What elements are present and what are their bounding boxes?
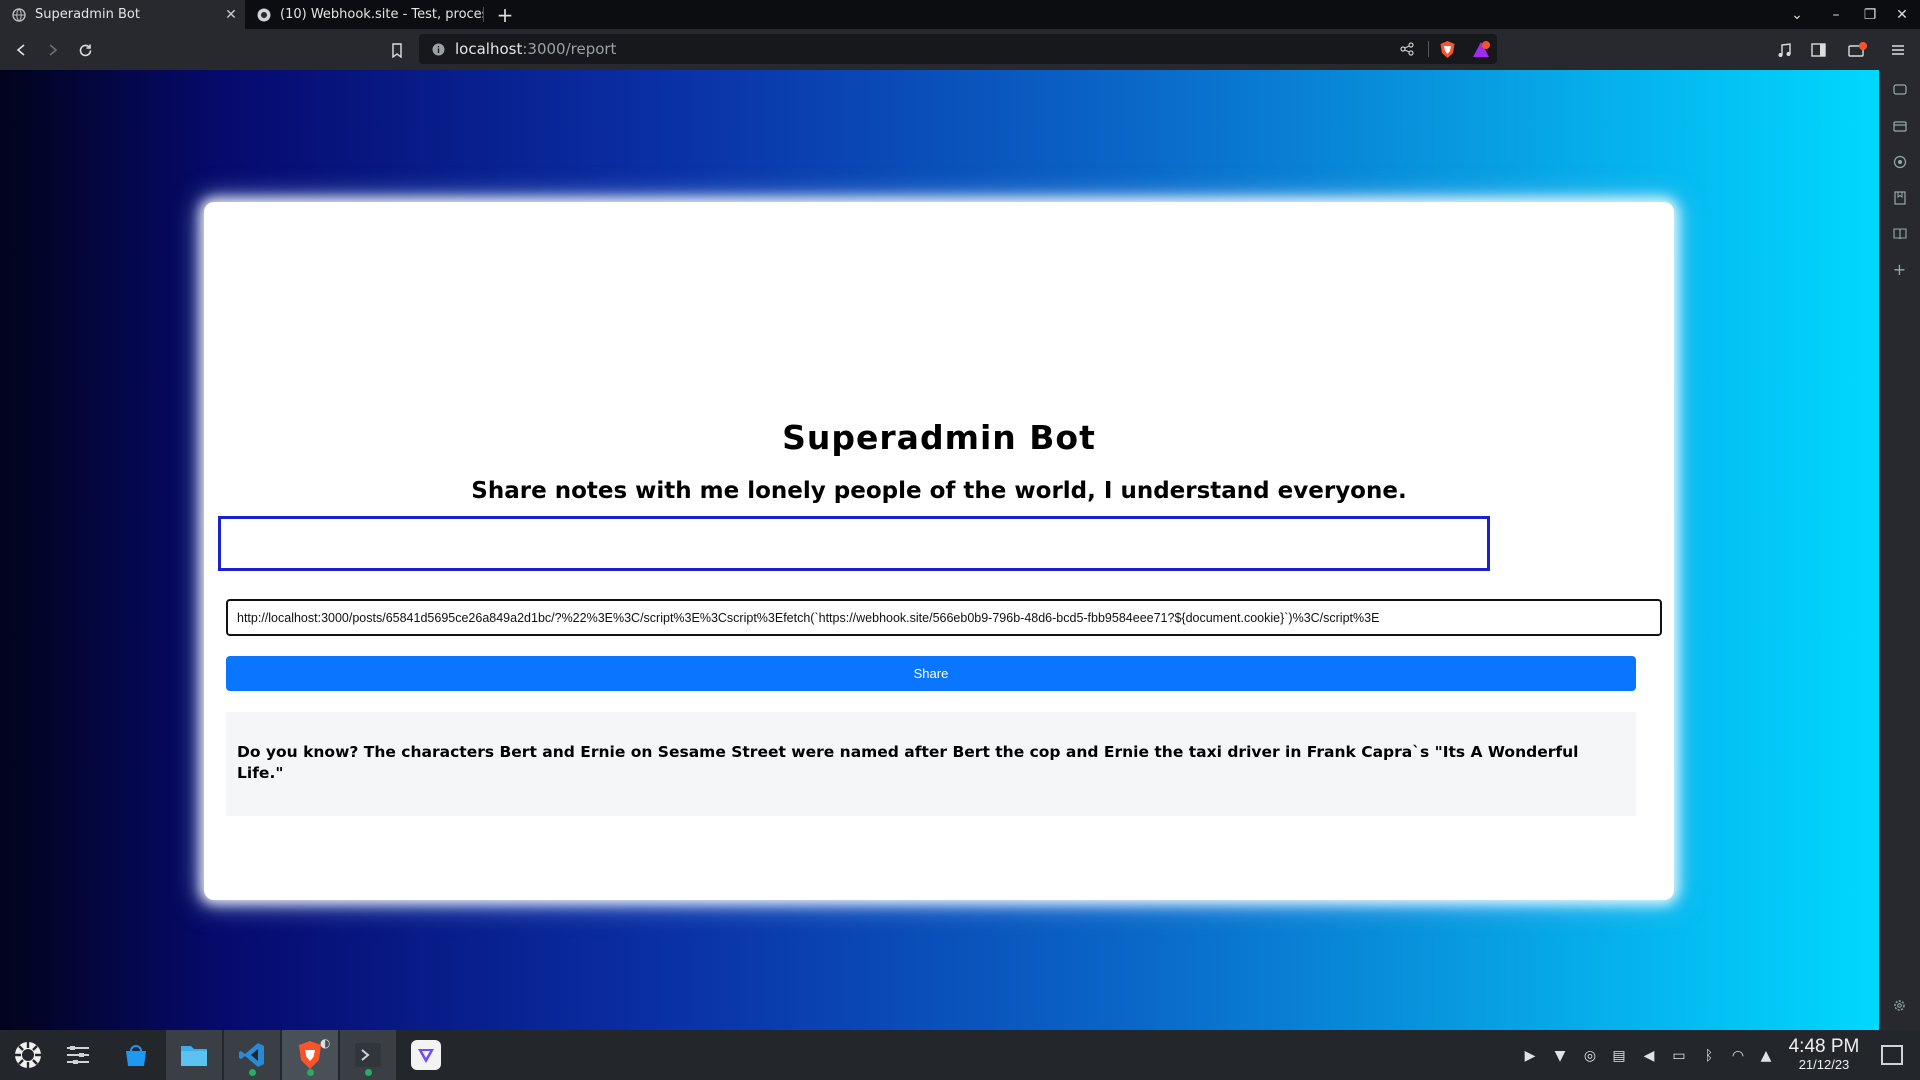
tab-superadmin-bot[interactable]: Superadmin Bot ✕ — [0, 0, 245, 29]
close-tab-icon[interactable]: ✕ — [221, 7, 241, 23]
bluetooth-tray-icon[interactable]: ᛒ — [1700, 1047, 1718, 1065]
bookmarks-panel-icon[interactable] — [1891, 189, 1908, 206]
menu-icon[interactable] — [1886, 38, 1910, 62]
fact-text: Do you know? The characters Bert and Ern… — [237, 743, 1579, 782]
vpn-tray-icon[interactable]: ▼ — [1551, 1047, 1569, 1065]
clock[interactable]: 4:48 PM 21/12/23 — [1785, 1037, 1863, 1073]
vscode-icon[interactable] — [224, 1030, 280, 1080]
volume-tray-icon[interactable]: ◀ — [1640, 1047, 1658, 1065]
reading-list-icon[interactable] — [1891, 225, 1908, 242]
system-taskbar: ◐ ▶ ▼ ◎ ▤ ◀ ▭ ᛒ ◠ ▲ 4:48 PM 21/12/23 — [0, 1030, 1920, 1080]
address-bar[interactable]: localhost:3000/report — [419, 34, 1497, 64]
back-icon[interactable] — [9, 38, 33, 62]
reload-icon[interactable] — [73, 38, 97, 62]
brave-shields-icon[interactable] — [1439, 40, 1456, 59]
share-icon[interactable] — [1400, 42, 1414, 56]
new-tab-button[interactable]: + — [495, 0, 515, 29]
clock-time: 4:48 PM — [1788, 1036, 1860, 1057]
address-path: :3000/report — [522, 40, 617, 58]
sidebar-toggle-icon[interactable] — [1806, 38, 1830, 62]
add-panel-icon[interactable]: + — [1891, 260, 1908, 279]
battery-tray-icon[interactable]: ▭ — [1670, 1047, 1688, 1065]
wallet-panel-icon[interactable] — [1891, 117, 1908, 134]
address-host: localhost — [455, 40, 523, 58]
tab-list-chevron-icon[interactable]: ⌄ — [1783, 0, 1811, 29]
brave-browser-icon[interactable]: ◐ — [282, 1030, 338, 1080]
main-card: Superadmin Bot Share notes with me lonel… — [204, 202, 1674, 900]
browser-tab-strip: Superadmin Bot ✕ (10) Webhook.site - Tes… — [0, 0, 1920, 29]
page-subtitle: Share notes with me lonely people of the… — [471, 478, 1407, 504]
site-info-icon[interactable] — [432, 43, 445, 56]
minimize-button[interactable]: – — [1822, 0, 1850, 29]
proton-vpn-icon[interactable] — [398, 1030, 454, 1080]
audio-playing-icon: ◐ — [320, 1036, 331, 1050]
wifi-tray-icon[interactable]: ◠ — [1729, 1047, 1747, 1065]
show-desktop-button[interactable] — [1881, 1045, 1903, 1065]
task-manager-icon[interactable] — [50, 1030, 106, 1080]
media-icon[interactable] — [1772, 38, 1796, 62]
running-indicator — [249, 1069, 256, 1076]
urlbar-separator — [1428, 41, 1429, 57]
share-button[interactable]: Share — [226, 656, 1636, 691]
url-input[interactable] — [226, 599, 1662, 636]
wallet-icon[interactable] — [1846, 38, 1870, 62]
tab-webhook-site[interactable]: (10) Webhook.site - Test, process — [245, 0, 483, 29]
app-launcher-icon[interactable] — [0, 1030, 56, 1080]
running-indicator — [307, 1069, 314, 1076]
terminal-icon[interactable] — [340, 1030, 396, 1080]
tab-title: Superadmin Bot — [35, 7, 140, 22]
close-window-button[interactable]: ✕ — [1888, 0, 1916, 29]
running-indicator — [365, 1069, 372, 1076]
tab-title: (10) Webhook.site - Test, process — [280, 7, 483, 22]
clipboard-tray-icon[interactable]: ▤ — [1610, 1047, 1628, 1065]
update-tray-icon[interactable]: ◎ — [1581, 1047, 1599, 1065]
address-url: localhost:3000/report — [455, 40, 616, 58]
globe-icon — [12, 7, 26, 22]
leo-ai-icon[interactable] — [1891, 81, 1908, 98]
maximize-button[interactable]: ❐ — [1856, 0, 1884, 29]
browser-toolbar: localhost:3000/report — [0, 29, 1920, 70]
media-player-tray-icon[interactable]: ▶ — [1521, 1047, 1539, 1065]
file-manager-icon[interactable] — [166, 1030, 222, 1080]
brave-rewards-icon[interactable] — [1472, 40, 1490, 58]
clock-date: 21/12/23 — [1798, 1057, 1850, 1072]
discover-store-icon[interactable] — [108, 1030, 164, 1080]
tray-expand-icon[interactable]: ▲ — [1757, 1047, 1775, 1065]
webhook-favicon-icon — [257, 8, 271, 21]
browser-side-panel: + — [1879, 70, 1920, 1030]
fact-panel: Do you know? The characters Bert and Ern… — [226, 712, 1636, 816]
forward-icon[interactable] — [41, 38, 65, 62]
highlight-box — [218, 516, 1490, 571]
page-title: Superadmin Bot — [782, 418, 1096, 457]
tab-separator — [483, 7, 484, 22]
settings-gear-icon[interactable] — [1891, 997, 1908, 1014]
page-viewport: Superadmin Bot Share notes with me lonel… — [0, 70, 1879, 1030]
history-icon[interactable] — [1891, 153, 1908, 170]
bookmark-icon[interactable] — [385, 38, 409, 62]
